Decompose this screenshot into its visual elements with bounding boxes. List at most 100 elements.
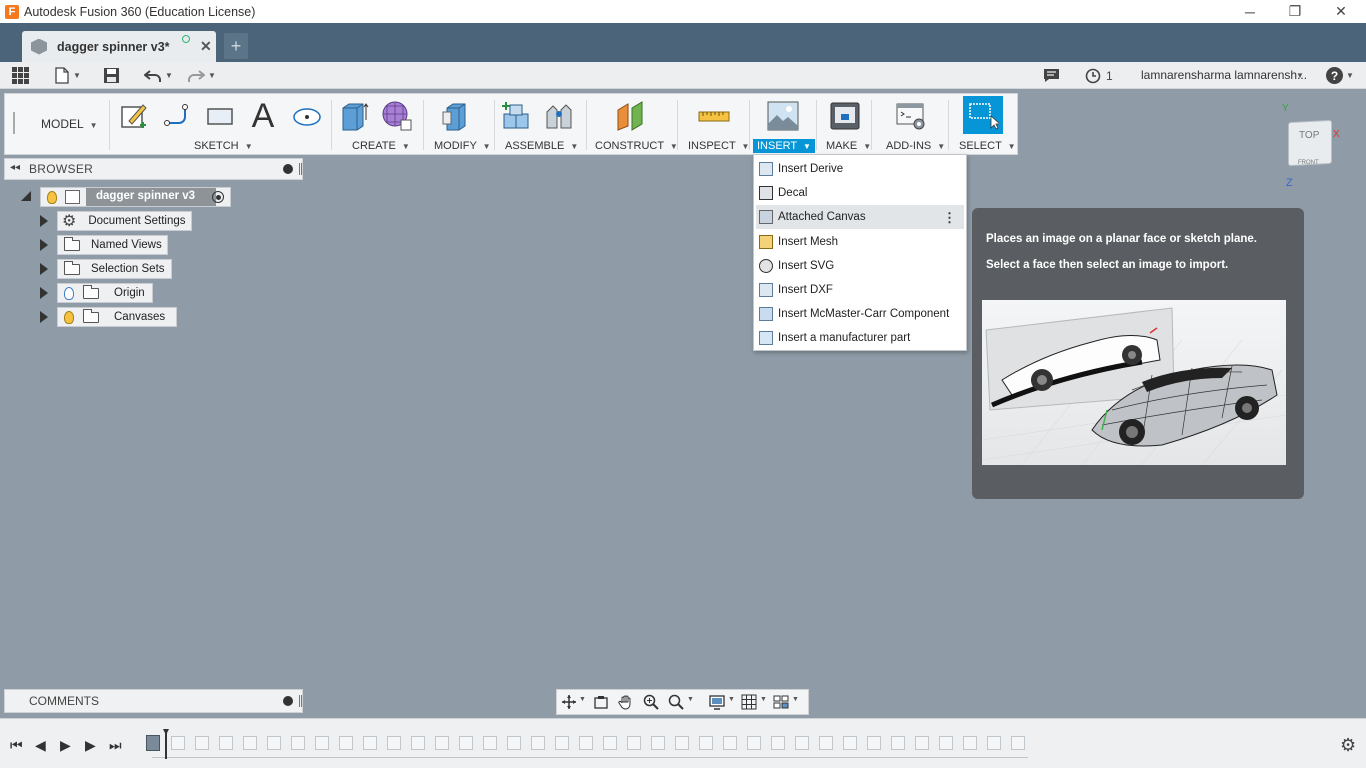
timeline-feature-icon[interactable] (651, 736, 665, 750)
timeline-feature-icon[interactable] (843, 736, 857, 750)
new-tab-button[interactable]: + (224, 33, 248, 59)
timeline-feature-icon[interactable] (675, 736, 689, 750)
orbit-icon[interactable] (561, 694, 577, 710)
menu-item-insert-dxf[interactable]: Insert DXF (754, 278, 966, 302)
visibility-bulb-off-icon[interactable] (64, 286, 74, 300)
expand-canvases-icon[interactable] (40, 311, 48, 323)
timeline-feature-icon[interactable] (315, 736, 329, 750)
form-button[interactable] (380, 99, 414, 133)
step-forward-icon[interactable]: ▶ (85, 737, 96, 754)
create-menu[interactable]: CREATE ▼ (352, 140, 410, 152)
go-to-start-icon[interactable]: ⏮ (10, 737, 23, 754)
menu-item-attached-canvas[interactable]: Attached Canvas ⋮ (756, 205, 964, 229)
expand-collapse-root-icon[interactable] (21, 191, 31, 201)
menu-item-insert-mcmaster-carr[interactable]: Insert McMaster-Carr Component (754, 302, 966, 326)
activate-component-icon[interactable] (212, 191, 224, 203)
menu-item-insert-mesh[interactable]: Insert Mesh (754, 230, 966, 254)
timeline-feature-icon[interactable] (795, 736, 809, 750)
create-sketch-button[interactable] (117, 99, 151, 133)
menu-item-insert-derive[interactable]: Insert Derive (754, 157, 966, 181)
more-options-icon[interactable]: ⋮ (943, 210, 956, 226)
browser-minimize-icon[interactable] (283, 164, 293, 174)
timeline-settings-gear-icon[interactable]: ⚙ (1340, 735, 1356, 756)
timeline-feature-icon[interactable] (531, 736, 545, 750)
look-at-icon[interactable] (593, 694, 609, 710)
timeline-feature-icon[interactable] (171, 736, 185, 750)
view-cube[interactable]: TOP FRONT X Y Z (1282, 103, 1340, 189)
timeline-feature-icon[interactable] (363, 736, 377, 750)
select-button[interactable] (963, 96, 1003, 134)
zoom-icon[interactable] (643, 694, 659, 710)
new-component-button[interactable] (499, 99, 533, 133)
timeline-feature-icon[interactable] (243, 736, 257, 750)
visibility-bulb-icon[interactable] (47, 190, 57, 204)
timeline-feature-icon[interactable] (411, 736, 425, 750)
help-button[interactable]: ? ▼ (1326, 66, 1354, 85)
joint-button[interactable] (542, 99, 576, 133)
timeline-feature-icon[interactable] (987, 736, 1001, 750)
expand-document-settings-icon[interactable] (40, 215, 48, 227)
press-pull-button[interactable] (439, 99, 473, 133)
extrude-button[interactable] (337, 99, 371, 133)
timeline-feature-icon[interactable] (291, 736, 305, 750)
offset-plane-button[interactable] (613, 99, 647, 133)
notifications-button[interactable]: 1 (1085, 66, 1113, 85)
save-button[interactable] (103, 66, 120, 85)
timeline-feature-icon[interactable] (771, 736, 785, 750)
timeline-marker-line[interactable] (165, 733, 167, 759)
visibility-bulb-icon[interactable] (64, 310, 74, 324)
toolbar-grip-icon[interactable] (13, 112, 15, 134)
point-tool-button[interactable] (290, 99, 324, 133)
timeline-feature-icon[interactable] (699, 736, 713, 750)
close-tab-button[interactable]: ✕ (200, 38, 212, 55)
canvases-node[interactable]: Canvases (57, 307, 177, 327)
measure-button[interactable] (697, 99, 731, 133)
timeline-feature-icon[interactable] (555, 736, 569, 750)
insert-menu[interactable]: INSERT ▼ (753, 139, 815, 153)
comments-pin-icon[interactable] (299, 695, 302, 707)
timeline-feature-icon[interactable] (1011, 736, 1025, 750)
assemble-menu[interactable]: ASSEMBLE ▼ (505, 140, 578, 152)
timeline-feature-icon[interactable] (435, 736, 449, 750)
display-settings-icon[interactable] (709, 694, 725, 710)
menu-item-insert-manufacturer-part[interactable]: Insert a manufacturer part (754, 326, 966, 350)
scripts-addins-button[interactable] (894, 99, 928, 133)
fit-zoom-icon[interactable] (668, 694, 684, 710)
redo-button[interactable]: ▼ (187, 66, 216, 85)
timeline-feature-icon[interactable] (459, 736, 473, 750)
rectangle-tool-button[interactable] (203, 99, 237, 133)
timeline-feature-icon[interactable] (963, 736, 977, 750)
timeline-feature-icon[interactable] (339, 736, 353, 750)
selection-sets-node[interactable]: Selection Sets (57, 259, 172, 279)
named-views-node[interactable]: Named Views (57, 235, 168, 255)
timeline-feature-icon[interactable] (195, 736, 209, 750)
expand-selection-sets-icon[interactable] (40, 263, 48, 275)
expand-named-views-icon[interactable] (40, 239, 48, 251)
inspect-menu[interactable]: INSPECT ▼ (688, 140, 749, 152)
chevron-down-icon[interactable]: ▼ (760, 696, 767, 703)
menu-item-decal[interactable]: Decal (754, 181, 966, 205)
restore-button[interactable]: ❐ (1272, 0, 1318, 23)
step-back-icon[interactable]: ◀ (35, 737, 46, 754)
chevron-down-icon[interactable]: ▼ (579, 696, 586, 703)
menu-item-insert-svg[interactable]: Insert SVG (754, 254, 966, 278)
timeline-feature-icon[interactable] (747, 736, 761, 750)
timeline-canvas-feature[interactable] (146, 735, 160, 751)
insert-image-button[interactable] (766, 99, 800, 133)
chevron-down-icon[interactable]: ▼ (687, 696, 694, 703)
text-tool-button[interactable]: A (246, 97, 280, 135)
timeline-feature-icon[interactable] (891, 736, 905, 750)
timeline-feature-icon[interactable] (219, 736, 233, 750)
addins-menu[interactable]: ADD-INS ▼ (886, 140, 945, 152)
root-component-node[interactable]: dagger spinner v3 (40, 187, 231, 207)
timeline-feature-icon[interactable] (915, 736, 929, 750)
timeline-feature-icon[interactable] (939, 736, 953, 750)
pan-hand-icon[interactable] (618, 694, 634, 710)
document-tab[interactable]: dagger spinner v3* ✕ (22, 31, 216, 62)
sketch-menu[interactable]: SKETCH ▼ (194, 140, 253, 152)
timeline-feature-icon[interactable] (387, 736, 401, 750)
construct-menu[interactable]: CONSTRUCT ▼ (595, 140, 678, 152)
job-status-button[interactable] (1043, 66, 1060, 85)
chevron-down-icon[interactable]: ▼ (728, 696, 735, 703)
timeline-feature-icon[interactable] (867, 736, 881, 750)
